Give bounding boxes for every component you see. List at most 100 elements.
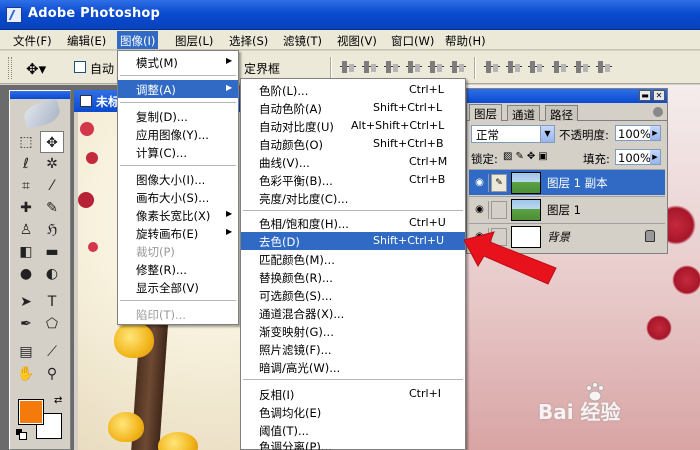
menu-item-shadow-highlight[interactable]: 暗调/高光(W)... xyxy=(241,358,465,376)
layer-row[interactable]: ◉ ✎ 图层 1 副本 xyxy=(469,169,665,195)
shape-tool-icon[interactable]: ⬠ xyxy=(40,313,64,335)
menu-file[interactable]: 文件(F) xyxy=(10,31,55,49)
menu-item-trim[interactable]: 修整(R)... xyxy=(118,260,238,278)
type-tool-icon[interactable]: T xyxy=(40,291,64,313)
menu-item-adjust[interactable]: 调整(A) ▶ xyxy=(118,80,238,98)
eye-icon[interactable]: ◉ xyxy=(471,201,489,219)
photoshop-icon[interactable] xyxy=(6,7,22,23)
distribute-bottom-icon[interactable] xyxy=(528,59,544,75)
layer-row[interactable]: ◉ 图层 1 xyxy=(469,196,665,222)
menu-item-brightness-contrast[interactable]: 亮度/对比度(C)... xyxy=(241,189,465,207)
toolbar-grip[interactable] xyxy=(8,57,12,79)
menu-item-pixel-aspect[interactable]: 像素长宽比(X) ▶ xyxy=(118,206,238,224)
menu-item-auto-contrast[interactable]: 自动对比度(U) Alt+Shift+Ctrl+L xyxy=(241,117,465,135)
chevron-right-icon[interactable]: ▶ xyxy=(650,150,660,164)
hand-tool-icon[interactable]: ✋ xyxy=(14,363,38,385)
link-slot[interactable] xyxy=(491,201,507,219)
tab-layers[interactable]: 图层 xyxy=(469,104,502,121)
foreground-color-swatch[interactable] xyxy=(18,399,44,425)
clone-stamp-icon[interactable]: ♙ xyxy=(14,219,38,241)
menu-edit[interactable]: 编辑(E) xyxy=(64,31,109,49)
menu-item-posterize[interactable]: 色调分离(P)... xyxy=(241,437,465,450)
crop-tool-icon[interactable]: ⌗ xyxy=(14,175,38,197)
menu-item-color-balance[interactable]: 色彩平衡(B)... Ctrl+B xyxy=(241,171,465,189)
align-bottom-icon[interactable] xyxy=(384,59,400,75)
menu-item-mode[interactable]: 模式(M) ▶ xyxy=(118,53,238,71)
lock-options-icons[interactable]: ▨✎✥▣ xyxy=(503,151,551,162)
menu-item-apply-image[interactable]: 应用图像(Y)... xyxy=(118,125,238,143)
lasso-tool-icon[interactable]: ℓ xyxy=(14,153,38,175)
slice-tool-icon[interactable]: ⁄ xyxy=(40,175,64,197)
align-top-icon[interactable] xyxy=(340,59,356,75)
distribute-top-icon[interactable] xyxy=(484,59,500,75)
tab-channels[interactable]: 通道 xyxy=(507,105,540,122)
chevron-down-icon[interactable]: ▼ xyxy=(540,126,554,142)
minimize-icon[interactable]: ▬ xyxy=(639,90,651,101)
menu-item-invert[interactable]: 反相(I) Ctrl+I xyxy=(241,385,465,403)
chevron-right-icon[interactable]: ▶ xyxy=(650,126,660,140)
menu-item-duplicate[interactable]: 复制(D)... xyxy=(118,107,238,125)
menu-item-equalize[interactable]: 色调均化(E) xyxy=(241,403,465,421)
tab-paths[interactable]: 路径 xyxy=(545,105,578,122)
brush-tool-icon[interactable]: ✎ xyxy=(40,197,64,219)
menu-filter[interactable]: 滤镜(T) xyxy=(280,31,325,49)
panel-title-bar[interactable]: ▬ ✕ xyxy=(467,89,667,103)
menu-item-desaturate[interactable]: 去色(D) Shift+Ctrl+U xyxy=(241,232,465,250)
magic-wand-icon[interactable]: ✲ xyxy=(40,153,64,175)
pen-tool-icon[interactable]: ✒ xyxy=(14,313,38,335)
align-hcenter-icon[interactable] xyxy=(428,59,444,75)
eraser-tool-icon[interactable]: ◧ xyxy=(14,241,38,263)
menu-item-levels[interactable]: 色阶(L)... Ctrl+L xyxy=(241,81,465,99)
align-left-icon[interactable] xyxy=(406,59,422,75)
marquee-tool-icon[interactable]: ⬚ xyxy=(14,131,38,153)
menu-item-rotate-canvas[interactable]: 旋转画布(E) ▶ xyxy=(118,224,238,242)
path-select-icon[interactable]: ➤ xyxy=(14,291,38,313)
menu-view[interactable]: 视图(V) xyxy=(334,31,380,49)
menu-item-photo-filter[interactable]: 照片滤镜(F)... xyxy=(241,340,465,358)
move-tool-icon[interactable]: ✥ xyxy=(40,131,64,153)
swap-colors-icon[interactable]: ⇄ xyxy=(54,395,62,406)
menu-help[interactable]: 帮助(H) xyxy=(442,31,489,49)
fill-field[interactable]: 100% ▶ xyxy=(615,149,661,165)
menu-item-image-size[interactable]: 图像大小(I)... xyxy=(118,170,238,188)
menu-item-hue-saturation[interactable]: 色相/饱和度(H)... Ctrl+U xyxy=(241,214,465,232)
align-vcenter-icon[interactable] xyxy=(362,59,378,75)
menu-item-auto-levels[interactable]: 自动色阶(A) Shift+Ctrl+L xyxy=(241,99,465,117)
distribute-left-icon[interactable] xyxy=(552,59,568,75)
brush-link-icon[interactable]: ✎ xyxy=(491,174,507,192)
menu-item-canvas-size[interactable]: 画布大小(S)... xyxy=(118,188,238,206)
gradient-tool-icon[interactable]: ▬ xyxy=(40,241,64,263)
blur-tool-icon[interactable]: ● xyxy=(14,263,38,285)
healing-brush-icon[interactable]: ✚ xyxy=(14,197,38,219)
blend-mode-select[interactable]: 正常 ▼ xyxy=(471,125,555,143)
menu-item-replace-color[interactable]: 替换颜色(R)... xyxy=(241,268,465,286)
menu-item-reveal-all[interactable]: 显示全部(V) xyxy=(118,278,238,296)
history-brush-icon[interactable]: ℌ xyxy=(40,219,64,241)
distribute-right-icon[interactable] xyxy=(596,59,612,75)
eyedropper-icon[interactable]: ⟋ xyxy=(40,341,64,363)
zoom-tool-icon[interactable]: ⚲ xyxy=(40,363,64,385)
align-right-icon[interactable] xyxy=(450,59,466,75)
menu-item-calculations[interactable]: 计算(C)... xyxy=(118,143,238,161)
menu-item-channel-mixer[interactable]: 通道混合器(X)... xyxy=(241,304,465,322)
menu-image[interactable]: 图像(I) xyxy=(117,31,159,49)
notes-tool-icon[interactable]: ▤ xyxy=(14,341,38,363)
menu-item-match-color[interactable]: 匹配颜色(M)... xyxy=(241,250,465,268)
menu-item-gradient-map[interactable]: 渐变映射(G)... xyxy=(241,322,465,340)
dodge-tool-icon[interactable]: ◐ xyxy=(40,263,64,285)
distribute-vcenter-icon[interactable] xyxy=(506,59,522,75)
close-icon[interactable]: ✕ xyxy=(653,90,665,101)
opacity-field[interactable]: 100% ▶ xyxy=(615,125,661,141)
panel-menu-icon[interactable] xyxy=(653,107,663,117)
default-colors-icon[interactable] xyxy=(16,429,27,440)
auto-select-checkbox[interactable] xyxy=(74,61,86,73)
menu-item-auto-color[interactable]: 自动颜色(O) Shift+Ctrl+B xyxy=(241,135,465,153)
menu-item-selective-color[interactable]: 可选颜色(S)... xyxy=(241,286,465,304)
menu-window[interactable]: 窗口(W) xyxy=(388,31,437,49)
menu-item-curves[interactable]: 曲线(V)... Ctrl+M xyxy=(241,153,465,171)
menu-layer[interactable]: 图层(L) xyxy=(172,31,216,49)
move-tool-icon[interactable]: ✥▾ xyxy=(26,60,46,78)
menu-select[interactable]: 选择(S) xyxy=(226,31,271,49)
distribute-hcenter-icon[interactable] xyxy=(574,59,590,75)
eye-icon[interactable]: ◉ xyxy=(471,174,489,192)
